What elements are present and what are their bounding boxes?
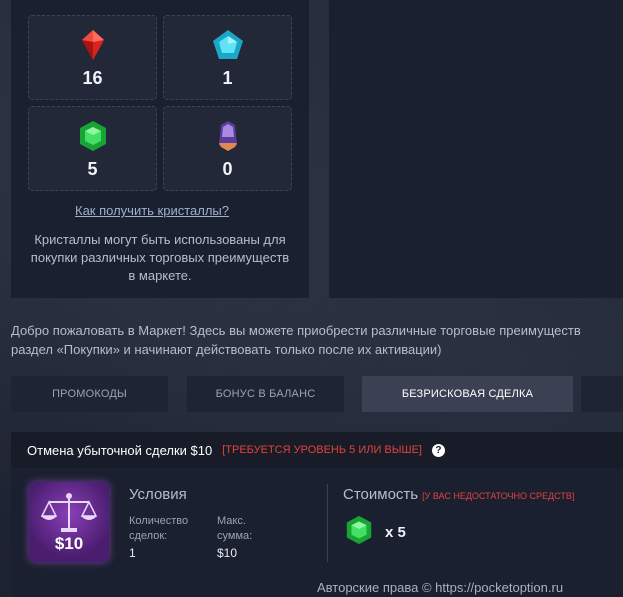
red-crystal-icon [81, 30, 104, 60]
cost-title: Стоимость [У ВАС НЕДОСТАТОЧНО СРЕДСТВ] [343, 486, 574, 503]
crystals-description: Кристаллы могут быть использованы для по… [30, 232, 290, 283]
welcome-line-2: раздел «Покупки» и начинают действовать … [11, 342, 442, 357]
insufficient-funds-warning: [У ВАС НЕДОСТАТОЧНО СРЕДСТВ] [422, 491, 575, 501]
price-badge: $10 [54, 534, 84, 553]
crystal-count: 0 [222, 159, 233, 179]
trades-count-value: 1 [129, 546, 136, 560]
max-amount-value: $10 [217, 546, 238, 560]
offer-image: $10 [29, 482, 109, 562]
help-icon[interactable]: ? [431, 443, 445, 457]
offer-card: Отмена убыточной сделки $10 [ТРЕБУЕТСЯ У… [11, 432, 623, 597]
tab-promocodes[interactable]: ПРОМОКОДЫ [11, 376, 168, 412]
green-crystal-icon [346, 515, 372, 545]
crystal-card-red: 16 [28, 15, 157, 100]
green-crystal-icon [79, 121, 106, 151]
crystal-count: 5 [87, 159, 98, 179]
trades-count-label-line-1: Количество [129, 515, 189, 527]
max-amount-label: Макс. сумма: [217, 514, 252, 544]
tab-more[interactable] [581, 376, 623, 412]
crystal-count: 1 [222, 68, 233, 88]
crystal-card-blue: 1 [163, 15, 292, 100]
divider [327, 484, 328, 562]
tab-riskless-trade[interactable]: БЕЗРИСКОВАЯ СДЕЛКА [362, 376, 573, 412]
max-amount-label-line-1: Макс. [217, 515, 246, 527]
offer-title: Отмена убыточной сделки $10 [27, 442, 213, 458]
crystals-panel: 16 1 5 0 Как получить кристаллы? Кристал… [11, 0, 309, 298]
how-to-get-crystals-link[interactable]: Как получить кристаллы? [75, 203, 229, 218]
welcome-line-1: Добро пожаловать в Маркет! Здесь вы може… [11, 323, 581, 338]
conditions-title: Условия [129, 486, 187, 503]
cost-multiplier: x 5 [385, 524, 406, 541]
offer-header: Отмена убыточной сделки $10 [ТРЕБУЕТСЯ У… [11, 432, 623, 468]
crystal-card-green: 5 [28, 106, 157, 191]
right-panel [329, 0, 623, 298]
blue-crystal-icon [212, 30, 243, 59]
cost-title-text: Стоимость [343, 486, 419, 503]
crystal-count: 16 [82, 68, 103, 88]
tab-balance-bonus[interactable]: БОНУС В БАЛАНС [187, 376, 344, 412]
level-requirement: [ТРЕБУЕТСЯ УРОВЕНЬ 5 ИЛИ ВЫШЕ] [222, 444, 422, 456]
purple-crystal-icon [218, 121, 237, 151]
max-amount-label-line-2: сумма: [217, 530, 253, 542]
copyright-watermark: Авторские права © https://pocketoption.r… [317, 580, 564, 595]
trades-count-label-line-2: сделок: [129, 530, 168, 542]
crystal-card-purple: 0 [163, 106, 292, 191]
welcome-text: Добро пожаловать в Маркет! Здесь вы може… [11, 321, 623, 359]
trades-count-label: Количество сделок: [129, 514, 188, 544]
market-tabs: ПРОМОКОДЫ БОНУС В БАЛАНС БЕЗРИСКОВАЯ СДЕ… [11, 376, 623, 412]
